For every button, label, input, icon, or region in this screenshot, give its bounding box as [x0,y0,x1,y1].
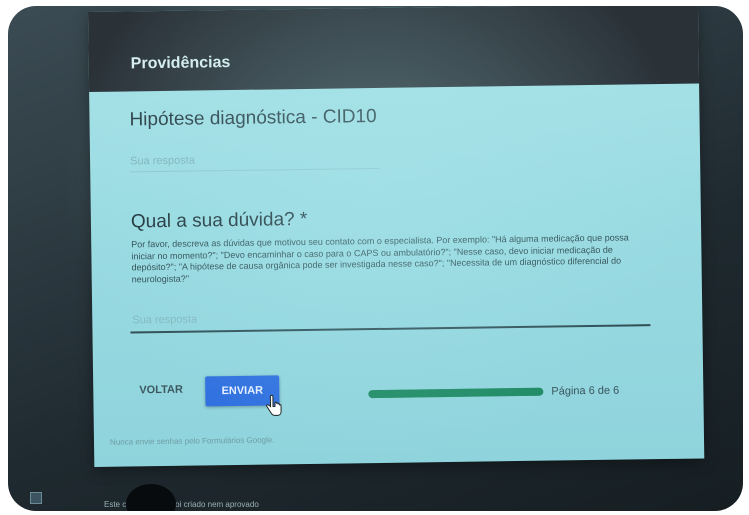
cid10-answer-input[interactable]: Sua resposta [130,155,195,168]
back-button[interactable]: VOLTAR [133,377,189,404]
question-help-text: Por favor, descreva as dúvidas que motiv… [131,232,629,284]
question-title-doubt: Qual a sua dúvida? * [130,208,308,233]
section-title: Providências [130,54,231,73]
finger-silhouette [126,484,176,511]
progress-bar-fill [368,387,544,399]
page-indicator: Página 6 de 6 [551,384,620,398]
password-warning-note: Nunca envie senhas pelo Formulários Goog… [109,435,275,447]
section-header: Providências [88,6,700,92]
photo-frame: Providências Hipótese diagnóstica - CID1… [8,6,743,511]
hand-pointer-icon [266,394,282,416]
doubt-answer-input[interactable]: Sua resposta [132,314,197,327]
question-title-cid10: Hipótese diagnóstica - CID10 [129,105,377,131]
cid10-input-underline [130,167,381,173]
progress-bar [368,387,544,399]
taskbar-square-icon [30,492,42,504]
doubt-input-underline [130,324,651,334]
form-card: Providências Hipótese diagnóstica - CID1… [88,6,705,467]
